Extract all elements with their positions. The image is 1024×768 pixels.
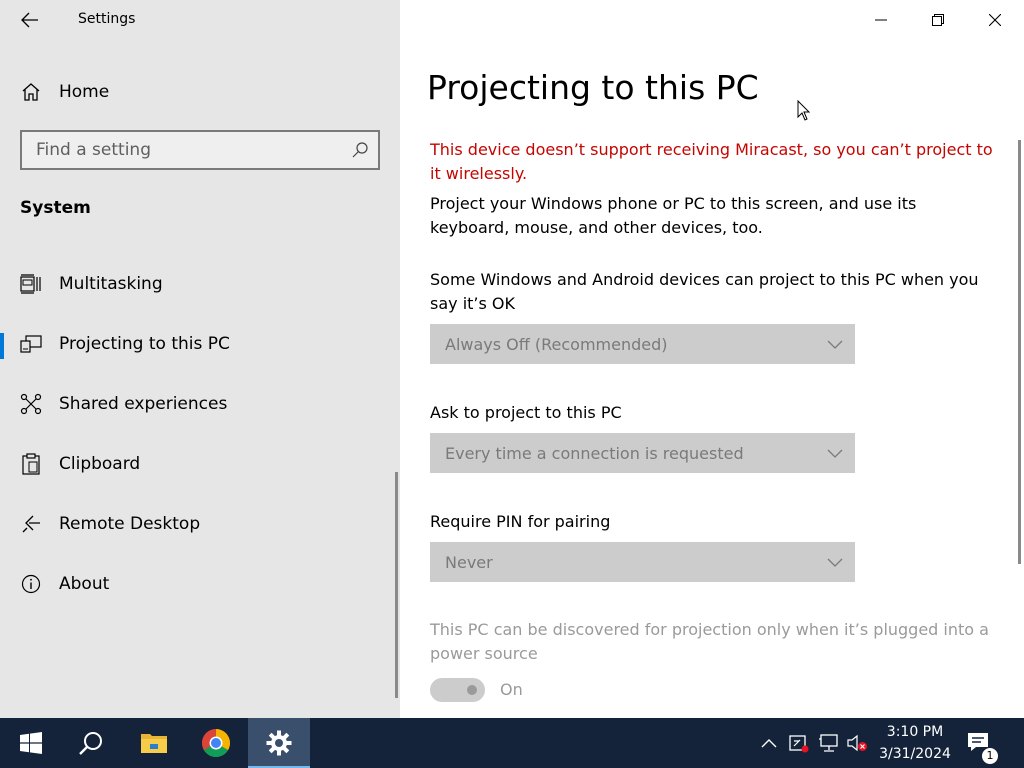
remote-desktop-icon — [20, 513, 42, 535]
shared-experiences-icon — [20, 393, 42, 415]
pin-dropdown[interactable]: Never — [430, 542, 855, 582]
back-button[interactable] — [14, 6, 46, 34]
multitasking-icon — [20, 273, 42, 295]
page-title: Projecting to this PC — [427, 68, 759, 107]
dropdown-value: Every time a connection is requested — [445, 443, 744, 463]
sidebar-item-label: Remote Desktop — [59, 514, 201, 534]
title-bar: Settings — [0, 0, 400, 40]
sidebar-item-clipboard[interactable]: Clipboard — [0, 441, 400, 487]
power-source-toggle[interactable] — [430, 678, 485, 702]
mouse-cursor-icon — [797, 100, 811, 121]
show-hidden-icons-button[interactable] — [758, 732, 780, 754]
file-explorer-icon — [141, 734, 167, 753]
volume-button[interactable] — [846, 732, 868, 754]
settings-taskbar-button[interactable] — [248, 718, 310, 768]
sidebar-item-label: Clipboard — [59, 454, 141, 474]
taskbar-search-button[interactable] — [60, 718, 122, 768]
start-icon — [20, 732, 42, 754]
sidebar-scrollbar[interactable] — [395, 472, 398, 698]
restore-button[interactable] — [909, 0, 966, 40]
main-scrollbar[interactable] — [1018, 140, 1021, 564]
setting-label-pin: Require PIN for pairing — [430, 512, 611, 531]
clipboard-icon — [20, 453, 42, 475]
chrome-icon — [202, 729, 230, 757]
chrome-button[interactable] — [185, 718, 247, 768]
setting-label-availability: Some Windows and Android devices can pro… — [430, 270, 979, 313]
setting-label-ask: Ask to project to this PC — [430, 403, 622, 422]
tray-app-icon — [789, 735, 809, 753]
settings-icon — [266, 730, 292, 756]
sidebar-item-label: Projecting to this PC — [59, 334, 230, 354]
clock-date: 3/31/2024 — [879, 746, 951, 762]
close-icon — [988, 14, 1001, 26]
restore-icon — [931, 14, 944, 26]
network-icon — [819, 734, 838, 752]
dropdown-value: Always Off (Recommended) — [445, 334, 668, 354]
chevron-down-icon — [827, 558, 843, 567]
home-icon — [20, 81, 42, 103]
search-icon — [350, 140, 370, 160]
notification-count-badge: 1 — [982, 748, 998, 764]
chevron-down-icon — [827, 449, 843, 458]
projecting-icon — [20, 333, 42, 355]
power-source-note: This PC can be discovered for projection… — [430, 620, 989, 663]
sidebar-item-about[interactable]: About — [0, 561, 400, 607]
chevron-up-icon — [761, 739, 777, 748]
search-box[interactable] — [20, 130, 380, 170]
clock-time: 3:10 PM — [886, 724, 944, 740]
sidebar-item-label: About — [59, 574, 110, 594]
search-input[interactable] — [22, 132, 342, 168]
sidebar-item-multitasking[interactable]: Multitasking — [0, 261, 400, 307]
sidebar-item-remote-desktop[interactable]: Remote Desktop — [0, 501, 400, 547]
info-icon — [20, 573, 42, 595]
close-button[interactable] — [966, 0, 1023, 40]
sidebar-item-label: Shared experiences — [59, 394, 228, 414]
network-button[interactable] — [818, 732, 840, 754]
settings-sidebar: Settings Home System Multitasking Projec… — [0, 0, 400, 718]
section-label-system: System — [20, 198, 91, 218]
toggle-knob — [467, 685, 477, 695]
home-label: Home — [59, 82, 110, 102]
sidebar-item-label: Multitasking — [59, 274, 163, 294]
chevron-down-icon — [827, 340, 843, 349]
page-description: Project your Windows phone or PC to this… — [430, 194, 917, 237]
miracast-warning: This device doesn’t support receiving Mi… — [430, 140, 993, 183]
toggle-label: On — [500, 680, 523, 699]
app-title: Settings — [78, 11, 136, 27]
minimize-button[interactable] — [852, 0, 909, 40]
ask-dropdown[interactable]: Every time a connection is requested — [430, 433, 855, 473]
sidebar-item-shared-experiences[interactable]: Shared experiences — [0, 381, 400, 427]
sidebar-item-home[interactable]: Home — [0, 72, 400, 112]
sidebar-item-projecting[interactable]: Projecting to this PC — [0, 321, 400, 367]
file-explorer-button[interactable] — [123, 718, 185, 768]
back-arrow-icon — [21, 12, 38, 28]
clock[interactable]: 3:10 PM 3/31/2024 — [870, 721, 960, 765]
taskbar: 3:10 PM 3/31/2024 1 — [0, 718, 1024, 768]
start-button[interactable] — [0, 718, 62, 768]
main-content: Projecting to this PC This device doesn’… — [400, 0, 1024, 718]
selection-indicator — [0, 333, 4, 359]
search-icon — [79, 732, 102, 755]
dropdown-value: Never — [445, 552, 493, 572]
minimize-icon — [874, 19, 887, 21]
volume-muted-icon — [847, 734, 867, 752]
tray-app-button[interactable] — [788, 732, 810, 754]
availability-dropdown[interactable]: Always Off (Recommended) — [430, 324, 855, 364]
